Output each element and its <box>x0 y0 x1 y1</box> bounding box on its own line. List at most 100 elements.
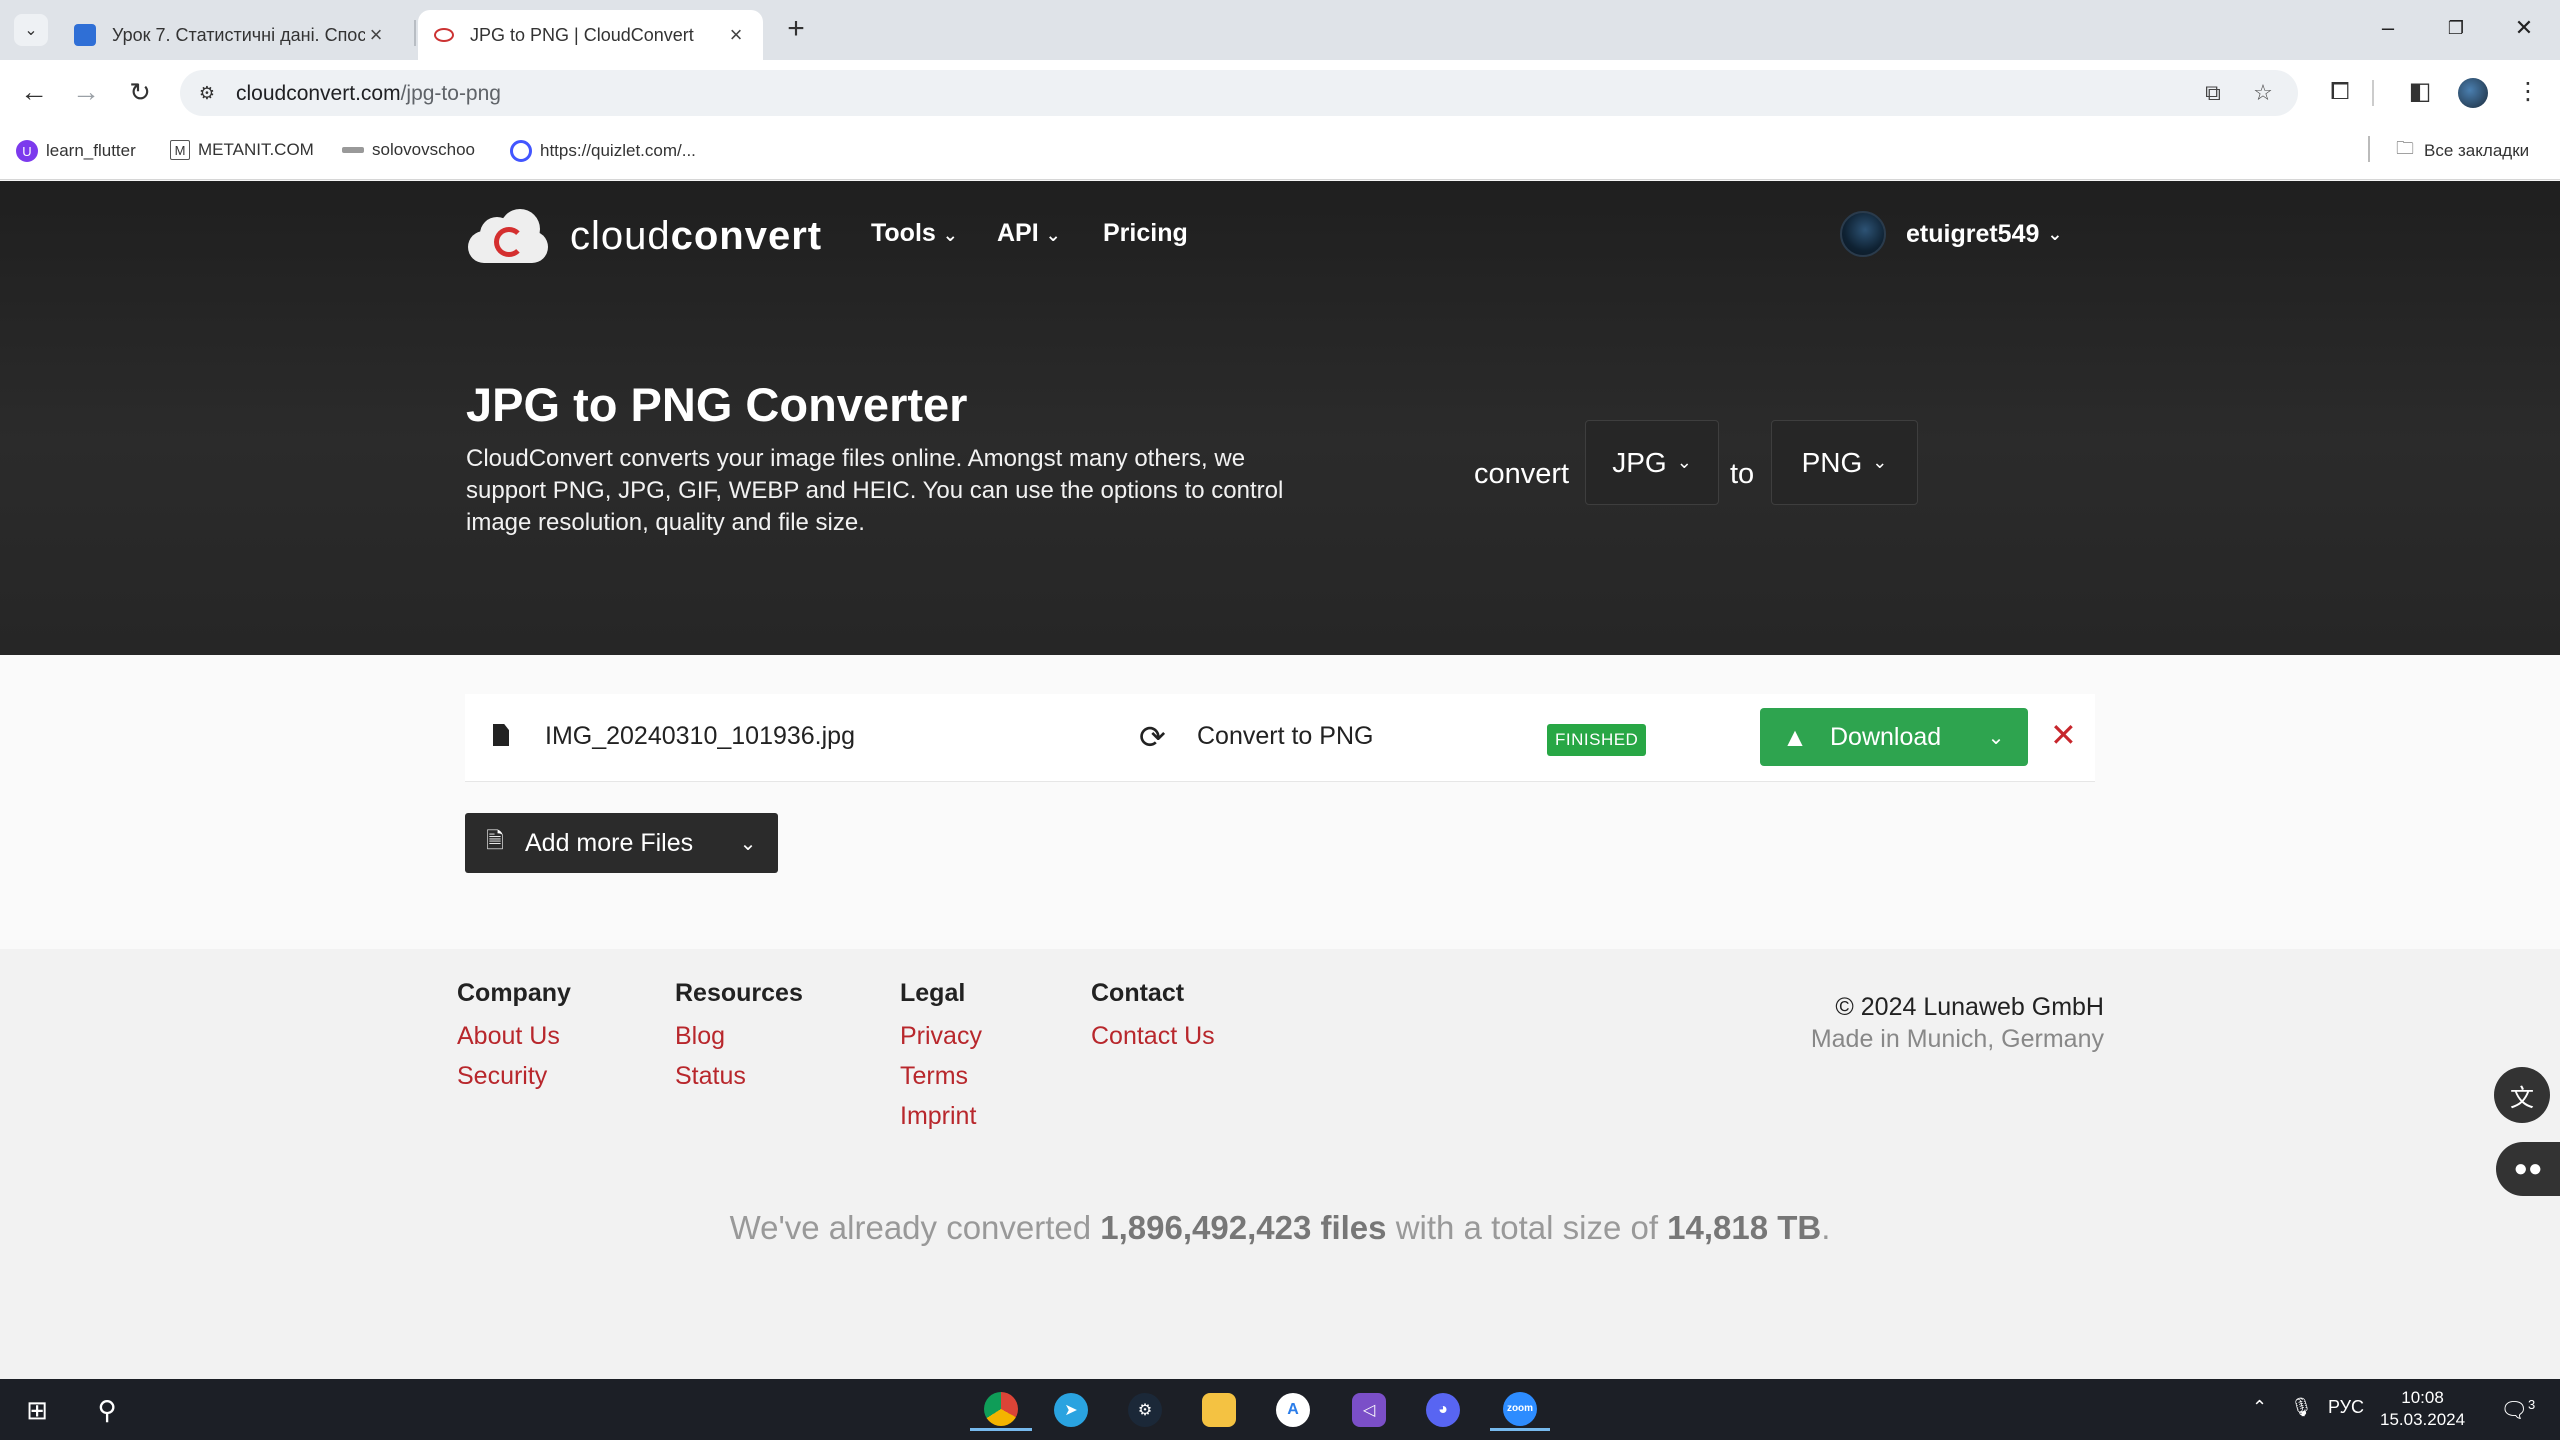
extensions-icon[interactable]: ⧠ <box>2322 74 2358 110</box>
footer-link-status[interactable]: Status <box>675 1062 803 1090</box>
convert-target[interactable]: Convert to PNG <box>1197 722 1373 751</box>
browser-toolbar: ← → ↻ ⚙ cloudconvert.com/jpg-to-png ⧉ ☆ … <box>0 60 2560 126</box>
translate-icon[interactable]: ⧉ <box>2198 80 2228 106</box>
chrome-taskbar-icon[interactable] <box>970 1389 1032 1431</box>
tab-search-button[interactable]: ⌄ <box>14 14 48 46</box>
bookmark-quizlet[interactable]: https://quizlet.com/... <box>510 140 696 162</box>
cloud-logo-icon <box>468 209 548 263</box>
bookmark-metanit[interactable]: M METANIT.COM <box>170 140 314 160</box>
user-menu[interactable]: etuigret549 ⌄ <box>1840 211 2062 257</box>
footer-link-security[interactable]: Security <box>457 1062 571 1090</box>
nav-api[interactable]: API ⌄ <box>997 219 1061 248</box>
tray-chevron-up-icon[interactable]: ⌃ <box>2252 1397 2267 1418</box>
copyright: © 2024 Lunaweb GmbH Made in Munich, Germ… <box>1810 993 2104 1053</box>
tab-cloudconvert[interactable]: JPG to PNG | CloudConvert × <box>418 10 763 60</box>
app-store-taskbar-icon[interactable]: A <box>1268 1389 1318 1431</box>
chevron-down-icon: ⌄ <box>1676 452 1692 472</box>
download-button[interactable]: ▲ Download ⌄ <box>1760 708 2028 766</box>
browser-tab-bar: ⌄ Урок 7. Статистичні дані. Спос × JPG t… <box>0 0 2560 60</box>
site-info-icon[interactable]: ⚙ <box>194 80 220 106</box>
footer-resources: Resources Blog Status <box>675 979 803 1090</box>
chat-assistant-icon[interactable]: ●● <box>2496 1142 2560 1196</box>
footer-link-privacy[interactable]: Privacy <box>900 1022 982 1050</box>
file-row: IMG_20240310_101936.jpg ⟳ Convert to PNG… <box>465 694 2095 782</box>
translate-widget-icon[interactable]: 文 <box>2494 1067 2550 1123</box>
taskbar: ⊞ ⚲ ➤ ⚙ A ◁ ◕ zoom ⌃ 🎙 РУС 10:08 15.03.2… <box>0 1379 2560 1440</box>
from-format-select[interactable]: JPG ⌄ <box>1585 420 1719 505</box>
footer: Company About Us Security Resources Blog… <box>0 949 2560 1379</box>
url-text[interactable]: cloudconvert.com/jpg-to-png <box>236 82 501 106</box>
discord-taskbar-icon[interactable]: ◕ <box>1418 1389 1468 1431</box>
refresh-icon[interactable]: ⟳ <box>1139 718 1166 756</box>
convert-label: convert <box>1474 458 1570 490</box>
notifications-icon[interactable]: 🗨3 <box>2500 1397 2535 1423</box>
telegram-taskbar-icon[interactable]: ➤ <box>1046 1389 1096 1431</box>
add-file-icon: 🗎 <box>486 828 504 853</box>
zoom-taskbar-icon[interactable]: zoom <box>1490 1389 1550 1431</box>
chevron-down-icon: ⌄ <box>2047 223 2063 244</box>
page-description: CloudConvert converts your image files o… <box>466 445 1284 536</box>
search-icon[interactable]: ⚲ <box>82 1389 132 1431</box>
close-tab-icon[interactable]: × <box>725 22 747 48</box>
all-bookmarks-button[interactable]: 🗀 Все закладки <box>2394 138 2529 162</box>
bookmark-favicon-icon <box>342 147 364 153</box>
add-more-files-button[interactable]: 🗎 Add more Files ⌄ <box>465 813 778 873</box>
toolbar-divider <box>2372 80 2374 106</box>
close-tab-icon[interactable]: × <box>365 22 387 48</box>
status-badge: FINISHED <box>1547 724 1647 756</box>
footer-contact: Contact Contact Us <box>1091 979 1215 1050</box>
conversion-stats: We've already converted 1,896,492,423 fi… <box>729 1209 1831 1246</box>
chevron-down-icon: ⌄ <box>1872 452 1888 472</box>
cloudconvert-logo[interactable]: cloudconvert <box>468 209 822 263</box>
chevron-down-icon[interactable]: ⌄ <box>1964 725 2028 750</box>
chevron-down-icon: ⌄ <box>942 225 958 245</box>
page-title: JPG to PNG Converter <box>466 378 968 431</box>
footer-link-terms[interactable]: Terms <box>900 1062 982 1090</box>
file-name: IMG_20240310_101936.jpg <box>545 722 855 750</box>
conversion-area: IMG_20240310_101936.jpg ⟳ Convert to PNG… <box>0 655 2560 949</box>
footer-company: Company About Us Security <box>457 979 571 1090</box>
restore-window-button[interactable]: ❐ <box>2426 8 2486 48</box>
to-format-select[interactable]: PNG ⌄ <box>1771 420 1918 505</box>
windows-start-icon[interactable]: ⊞ <box>12 1389 62 1431</box>
visual-studio-taskbar-icon[interactable]: ◁ <box>1344 1389 1394 1431</box>
tab-divider <box>414 20 416 46</box>
tab-lesson[interactable]: Урок 7. Статистичні дані. Спос × <box>58 10 403 60</box>
minimize-window-button[interactable]: – <box>2358 8 2418 48</box>
footer-link-blog[interactable]: Blog <box>675 1022 803 1050</box>
remove-file-icon[interactable]: ✕ <box>2050 716 2077 754</box>
footer-link-contact-us[interactable]: Contact Us <box>1091 1022 1215 1050</box>
footer-link-imprint[interactable]: Imprint <box>900 1102 982 1130</box>
chevron-down-icon: ⌄ <box>1045 225 1061 245</box>
footer-legal: Legal Privacy Terms Imprint <box>900 979 982 1130</box>
bookmark-solovovschoo[interactable]: solovovschoo <box>342 140 475 160</box>
folder-icon: 🗀 <box>2396 138 2414 158</box>
file-icon <box>493 724 509 746</box>
microphone-icon[interactable]: 🎙 <box>2290 1397 2313 1418</box>
nav-pricing[interactable]: Pricing <box>1103 219 1188 248</box>
cloudconvert-favicon-icon <box>434 28 454 42</box>
forward-button[interactable]: → <box>66 72 106 112</box>
bookmarks-divider <box>2368 136 2370 162</box>
system-clock[interactable]: 10:08 15.03.2024 <box>2380 1387 2465 1431</box>
classroom-favicon-icon <box>74 24 96 46</box>
new-tab-button[interactable]: + <box>780 12 812 46</box>
back-button[interactable]: ← <box>14 72 54 112</box>
bookmark-star-icon[interactable]: ☆ <box>2248 80 2278 106</box>
input-language[interactable]: РУС <box>2328 1397 2364 1418</box>
profile-avatar[interactable] <box>2458 78 2488 108</box>
bookmark-favicon-icon <box>510 140 532 162</box>
menu-kebab-icon[interactable]: ⋮ <box>2510 74 2546 110</box>
bookmark-learn-flutter[interactable]: U learn_flutter <box>16 140 136 162</box>
footer-link-about-us[interactable]: About Us <box>457 1022 571 1050</box>
steam-taskbar-icon[interactable]: ⚙ <box>1120 1389 1170 1431</box>
file-explorer-taskbar-icon[interactable] <box>1194 1389 1244 1431</box>
close-window-button[interactable]: ✕ <box>2494 8 2554 48</box>
bookmark-favicon-icon: U <box>16 140 38 162</box>
to-label: to <box>1730 458 1755 490</box>
chevron-down-icon[interactable]: ⌄ <box>718 831 778 856</box>
side-panel-icon[interactable]: ◧ <box>2402 74 2438 110</box>
nav-tools[interactable]: Tools ⌄ <box>871 219 958 248</box>
reload-button[interactable]: ↻ <box>120 72 160 112</box>
address-bar[interactable]: ⚙ cloudconvert.com/jpg-to-png ⧉ ☆ <box>180 70 2298 116</box>
